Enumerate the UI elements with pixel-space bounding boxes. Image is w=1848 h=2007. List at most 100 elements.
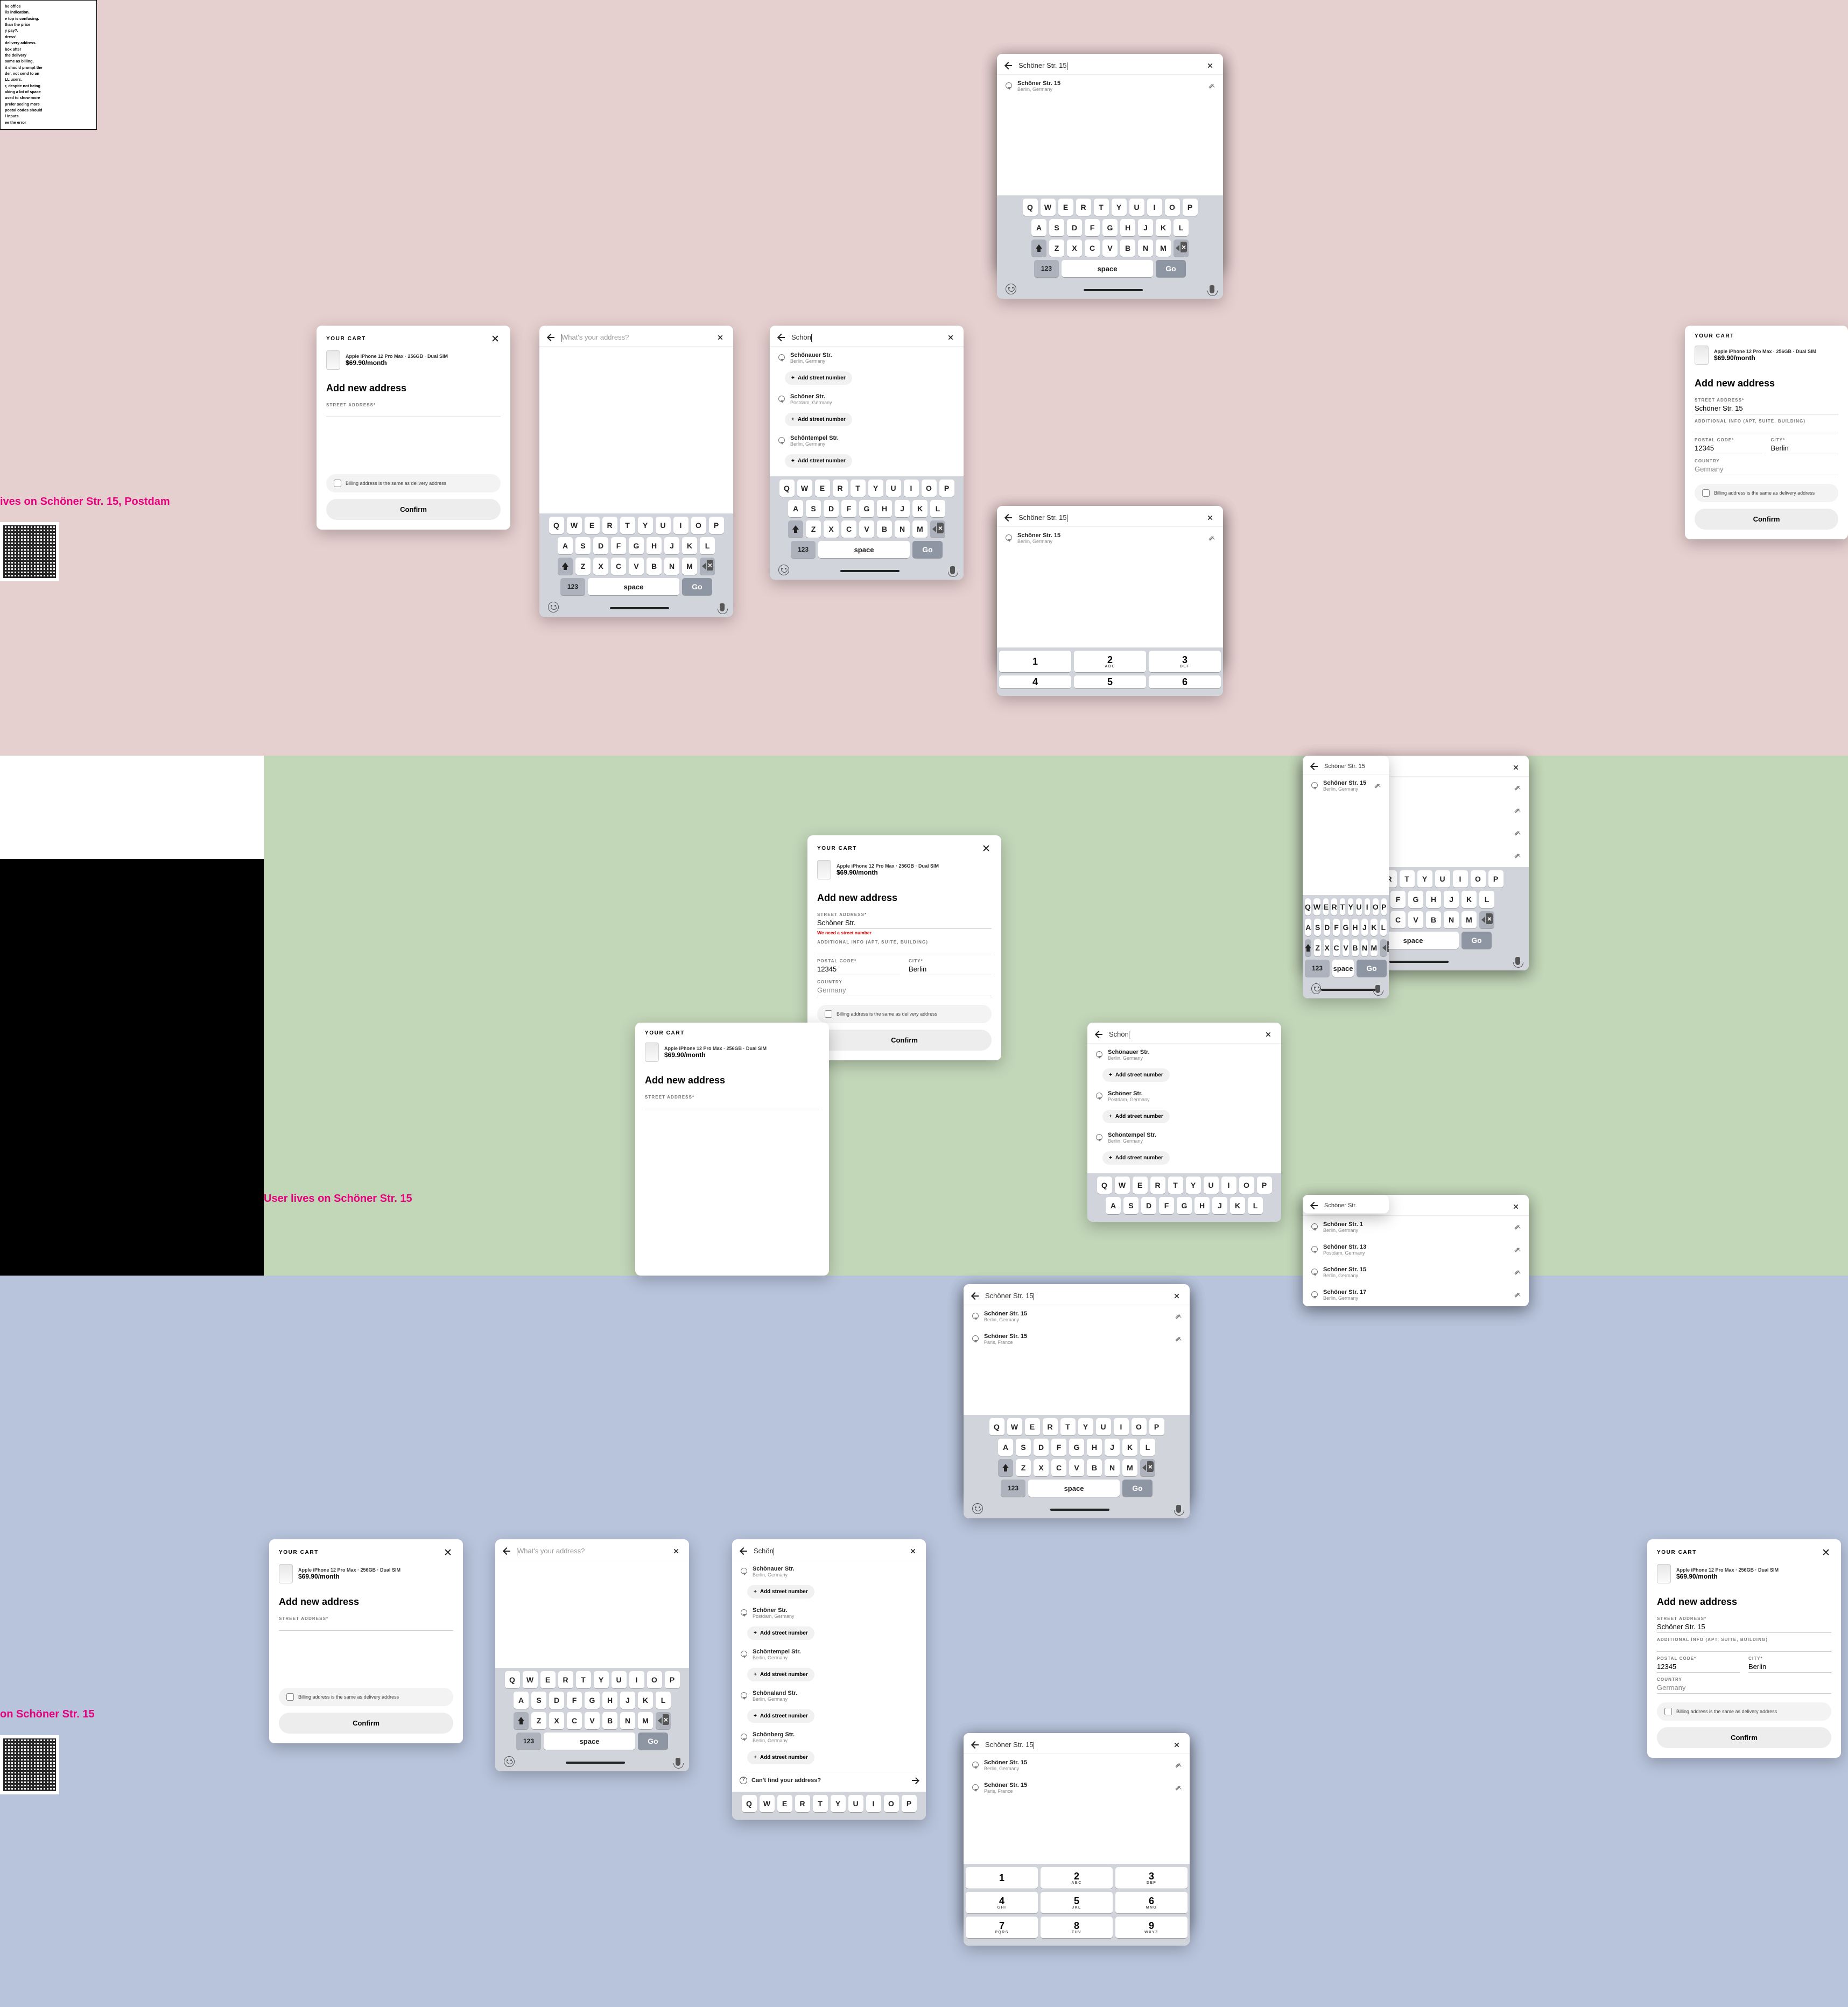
key-t[interactable]: T bbox=[1168, 1177, 1183, 1194]
key-i[interactable]: I bbox=[1365, 898, 1370, 916]
shift-key[interactable] bbox=[514, 1712, 529, 1729]
suggestion-row[interactable]: Schöner Str.Postdam, Germany bbox=[732, 1602, 926, 1624]
mic-icon[interactable] bbox=[720, 603, 725, 611]
key-e[interactable]: E bbox=[1058, 199, 1073, 216]
add-street-number-chip[interactable]: +Add street number bbox=[1102, 1068, 1170, 1082]
key-l[interactable]: L bbox=[1248, 1197, 1263, 1214]
back-icon[interactable] bbox=[740, 1547, 748, 1555]
key-c[interactable]: C bbox=[611, 558, 626, 575]
key-g[interactable]: G bbox=[1177, 1197, 1192, 1214]
key-j[interactable]: J bbox=[895, 500, 910, 517]
suggestion-row[interactable]: Schöner Str. 1Berlin, Germany bbox=[1303, 1216, 1529, 1238]
key-w[interactable]: W bbox=[523, 1671, 538, 1688]
numeric-key[interactable]: 123 bbox=[560, 578, 585, 595]
key-b[interactable]: B bbox=[1426, 911, 1441, 928]
key-q[interactable]: Q bbox=[1097, 1177, 1112, 1194]
confirm-button[interactable]: Confirm bbox=[817, 1030, 992, 1051]
key-d[interactable]: D bbox=[549, 1692, 564, 1709]
checkbox-icon[interactable] bbox=[334, 480, 341, 487]
postal-input[interactable]: 12345 bbox=[1657, 1661, 1740, 1673]
key-m[interactable]: M bbox=[1371, 939, 1377, 956]
confirm-button[interactable]: Confirm bbox=[279, 1713, 453, 1734]
mic-icon[interactable] bbox=[676, 1758, 680, 1766]
add-street-number-chip[interactable]: +Add street number bbox=[747, 1626, 814, 1640]
space-key[interactable]: space bbox=[1332, 960, 1354, 977]
key-p[interactable]: P bbox=[1183, 199, 1198, 216]
numkey-8[interactable]: 8TUV bbox=[1041, 1917, 1113, 1938]
clear-icon[interactable] bbox=[947, 334, 955, 342]
close-icon[interactable] bbox=[442, 1547, 453, 1558]
key-p[interactable]: P bbox=[1257, 1177, 1272, 1194]
search-input[interactable]: What's your address? bbox=[561, 333, 709, 342]
key-y[interactable]: Y bbox=[1112, 199, 1127, 216]
numkey-5[interactable]: 5JKL bbox=[1041, 1892, 1113, 1913]
key-v[interactable]: V bbox=[1343, 939, 1349, 956]
mic-icon[interactable] bbox=[1375, 985, 1380, 993]
key-d[interactable]: D bbox=[824, 500, 839, 517]
key-s[interactable]: S bbox=[1314, 919, 1320, 936]
key-w[interactable]: W bbox=[1041, 199, 1056, 216]
insert-icon[interactable] bbox=[1515, 785, 1521, 791]
key-f[interactable]: F bbox=[1051, 1439, 1066, 1456]
suggestion-row[interactable]: Schöntempel Str.Berlin, Germany bbox=[732, 1643, 926, 1666]
key-h[interactable]: H bbox=[877, 500, 892, 517]
key-a[interactable]: A bbox=[1305, 919, 1311, 936]
key-r[interactable]: R bbox=[1043, 1418, 1058, 1435]
insert-icon[interactable] bbox=[1515, 807, 1521, 814]
search-input[interactable]: Schön bbox=[754, 1547, 902, 1555]
key-j[interactable]: J bbox=[664, 537, 679, 554]
space-key[interactable]: space bbox=[588, 578, 679, 595]
street-input[interactable] bbox=[279, 1621, 453, 1631]
key-b[interactable]: B bbox=[1087, 1459, 1102, 1476]
key-t[interactable]: T bbox=[813, 1795, 828, 1812]
postal-input[interactable]: 12345 bbox=[1695, 442, 1762, 454]
add-street-number-chip[interactable]: +Add street number bbox=[747, 1751, 814, 1764]
key-e[interactable]: E bbox=[1323, 898, 1329, 916]
back-icon[interactable] bbox=[547, 333, 556, 342]
backspace-key[interactable] bbox=[656, 1712, 671, 1729]
additional-input[interactable] bbox=[1695, 424, 1838, 433]
key-p[interactable]: P bbox=[709, 517, 724, 534]
emoji-icon[interactable] bbox=[778, 565, 789, 575]
key-r[interactable]: R bbox=[1331, 898, 1337, 916]
key-t[interactable]: T bbox=[1060, 1418, 1076, 1435]
key-y[interactable]: Y bbox=[1417, 870, 1432, 888]
key-d[interactable]: D bbox=[1067, 219, 1082, 236]
key-e[interactable]: E bbox=[540, 1671, 556, 1688]
insert-icon[interactable] bbox=[1176, 1785, 1182, 1791]
back-icon[interactable] bbox=[1004, 513, 1013, 522]
key-r[interactable]: R bbox=[1150, 1177, 1165, 1194]
key-n[interactable]: N bbox=[1105, 1459, 1120, 1476]
key-y[interactable]: Y bbox=[1348, 898, 1353, 916]
key-e[interactable]: E bbox=[1025, 1418, 1040, 1435]
suggestion-row[interactable]: Schöner Str. 15Berlin, Germany bbox=[997, 527, 1223, 550]
close-icon[interactable] bbox=[981, 843, 992, 854]
key-n[interactable]: N bbox=[1444, 911, 1459, 928]
key-e[interactable]: E bbox=[777, 1795, 792, 1812]
insert-icon[interactable] bbox=[1375, 783, 1381, 789]
key-j[interactable]: J bbox=[1361, 919, 1368, 936]
confirm-button[interactable]: Confirm bbox=[1695, 509, 1838, 530]
key-n[interactable]: N bbox=[1361, 939, 1368, 956]
key-j[interactable]: J bbox=[1105, 1439, 1120, 1456]
confirm-button[interactable]: Confirm bbox=[1657, 1727, 1831, 1748]
suggestion-row[interactable]: Schöner Str. 15Paris, France bbox=[964, 1777, 1190, 1799]
key-y[interactable]: Y bbox=[868, 480, 883, 497]
insert-icon[interactable] bbox=[1515, 853, 1521, 859]
key-x[interactable]: X bbox=[1067, 240, 1082, 257]
key-w[interactable]: W bbox=[797, 480, 812, 497]
clear-icon[interactable] bbox=[672, 1547, 680, 1555]
go-key[interactable]: Go bbox=[1461, 932, 1492, 949]
key-w[interactable]: W bbox=[1313, 898, 1320, 916]
add-street-number-chip[interactable]: +Add street number bbox=[747, 1709, 814, 1723]
key-g[interactable]: G bbox=[629, 537, 644, 554]
go-key[interactable]: Go bbox=[682, 578, 712, 595]
suggestion-row[interactable]: Schönaland Str.Berlin, Germany bbox=[732, 1685, 926, 1707]
key-m[interactable]: M bbox=[638, 1712, 653, 1729]
search-input[interactable]: Schöner Str. 15 bbox=[1018, 513, 1199, 522]
key-l[interactable]: L bbox=[1380, 919, 1387, 936]
key-u[interactable]: U bbox=[1096, 1418, 1111, 1435]
key-r[interactable]: R bbox=[602, 517, 617, 534]
key-r[interactable]: R bbox=[795, 1795, 810, 1812]
key-z[interactable]: Z bbox=[1314, 939, 1320, 956]
